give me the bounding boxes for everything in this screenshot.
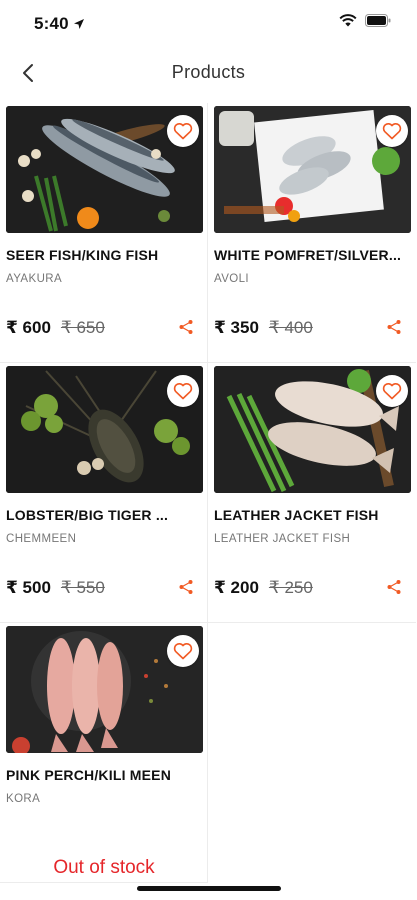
wifi-icon: [339, 14, 357, 27]
product-card[interactable]: WHITE POMFRET/SILVER... AVOLI ₹ 350 ₹ 40…: [208, 103, 416, 363]
product-mrp: ₹ 400: [268, 318, 313, 337]
share-icon[interactable]: [178, 319, 194, 335]
product-price: ₹ 200: [214, 578, 259, 597]
favorite-button[interactable]: [167, 635, 199, 667]
status-time-text: 5:40: [34, 14, 69, 33]
product-subtitle: AVOLI: [214, 273, 250, 285]
status-time: 5:40: [34, 14, 85, 34]
product-name: LEATHER JACKET FISH: [214, 507, 379, 523]
page-title: Products: [171, 62, 246, 82]
price-row: ₹ 200 ₹ 250: [214, 577, 410, 599]
product-name: SEER FISH/KING FISH: [6, 247, 159, 263]
heart-icon: [382, 383, 402, 400]
price-row: ₹ 500 ₹ 550: [6, 577, 202, 599]
share-icon[interactable]: [386, 579, 402, 595]
out-of-stock-label: Out of stock: [53, 857, 155, 878]
product-name: PINK PERCH/KILI MEEN: [6, 767, 172, 783]
heart-icon: [173, 643, 193, 660]
favorite-button[interactable]: [167, 375, 199, 407]
product-subtitle: AYAKURA: [6, 273, 63, 285]
nav-header: Products: [0, 50, 417, 96]
status-icons: [339, 14, 391, 27]
share-icon[interactable]: [386, 319, 402, 335]
price-row: ₹ 350 ₹ 400: [214, 317, 410, 339]
product-price: ₹ 500: [6, 578, 51, 597]
home-indicator: [137, 886, 281, 891]
location-arrow-icon: [73, 19, 84, 29]
product-mrp: ₹ 650: [60, 318, 105, 337]
product-mrp: ₹ 250: [268, 578, 313, 597]
product-price: ₹ 350: [214, 318, 259, 337]
product-card[interactable]: LOBSTER/BIG TIGER ... CHEMMEEN ₹ 500 ₹ 5…: [0, 363, 208, 623]
heart-icon: [173, 123, 193, 140]
product-price: ₹ 600: [6, 318, 51, 337]
product-subtitle: LEATHER JACKET FISH: [214, 533, 351, 545]
product-name: LOBSTER/BIG TIGER ...: [6, 507, 169, 523]
product-mrp: ₹ 550: [60, 578, 105, 597]
heart-icon: [173, 383, 193, 400]
heart-icon: [382, 123, 402, 140]
product-subtitle: KORA: [6, 793, 41, 805]
favorite-button[interactable]: [376, 115, 408, 147]
product-card[interactable]: SEER FISH/KING FISH AYAKURA ₹ 600 ₹ 650: [0, 103, 208, 363]
battery-icon: [365, 14, 391, 27]
price-row: ₹ 600 ₹ 650: [6, 317, 202, 339]
product-subtitle: CHEMMEEN: [6, 533, 77, 545]
status-bar: 5:40: [0, 0, 417, 46]
favorite-button[interactable]: [167, 115, 199, 147]
product-card[interactable]: PINK PERCH/KILI MEEN KORA Out of stock: [0, 623, 208, 883]
favorite-button[interactable]: [376, 375, 408, 407]
share-icon[interactable]: [178, 579, 194, 595]
product-card[interactable]: LEATHER JACKET FISH LEATHER JACKET FISH …: [208, 363, 416, 623]
product-name: WHITE POMFRET/SILVER...: [214, 247, 402, 263]
